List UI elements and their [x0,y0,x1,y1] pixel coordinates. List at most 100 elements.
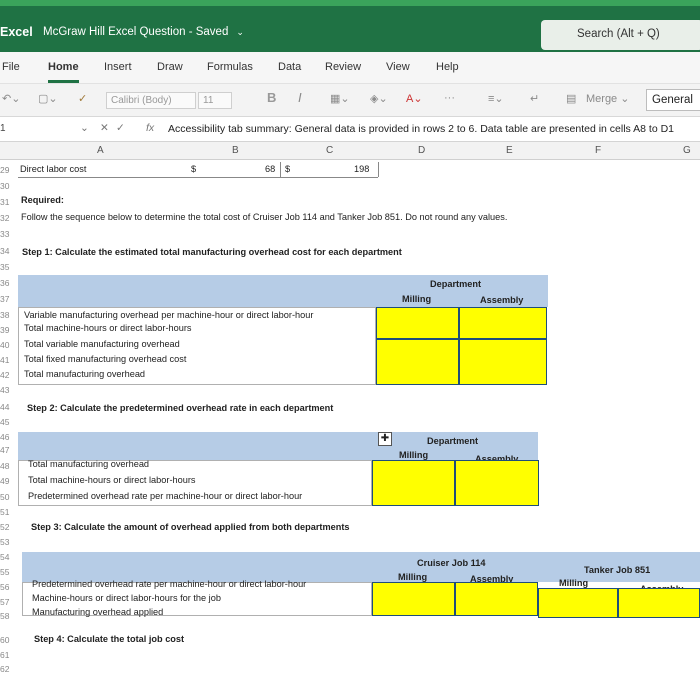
step3-input-job2-milling[interactable] [538,588,618,618]
step3-job2-header[interactable]: Tanker Job 851 [584,565,650,575]
borders-icon[interactable]: ▦⌄ [330,92,350,105]
row-number[interactable]: 61 [0,650,13,660]
row-number[interactable]: 41 [0,355,13,365]
row-number[interactable]: 32 [0,213,13,223]
row-number[interactable]: 30 [0,181,13,191]
step3-milling-header[interactable]: Milling [398,572,427,582]
number-format-select[interactable]: General [646,89,700,111]
row-number[interactable]: 57 [0,597,13,607]
row-number[interactable]: 58 [0,611,13,621]
step2-row-label[interactable]: Predetermined overhead rate per machine-… [28,491,302,501]
cell-currency[interactable]: $ [191,164,196,174]
row-number[interactable]: 33 [0,229,13,239]
required-text[interactable]: Follow the sequence below to determine t… [21,212,507,222]
tab-view[interactable]: View [386,61,410,73]
row-number[interactable]: 49 [0,476,13,486]
wrap-text-icon[interactable]: ↵ [530,92,539,105]
tab-data[interactable]: Data [278,61,301,73]
row-number[interactable]: 40 [0,340,13,350]
step3-row-label[interactable]: Manufacturing overhead applied [32,607,163,617]
step1-row-label[interactable]: Total variable manufacturing overhead [24,339,180,349]
row-number[interactable]: 48 [0,461,13,471]
row-number[interactable]: 36 [0,278,13,288]
step1-row-label[interactable]: Total machine-hours or direct labor-hour… [24,323,192,333]
step1-input-assembly[interactable] [459,307,547,339]
step3-title[interactable]: Step 3: Calculate the amount of overhead… [31,522,350,532]
step3-job1-header[interactable]: Cruiser Job 114 [417,558,485,568]
row-number[interactable]: 46 [0,432,13,442]
column-header-b[interactable]: B [232,145,239,156]
column-header-g[interactable]: G [683,145,691,156]
step3-milling-header[interactable]: Milling [559,578,588,588]
step2-department-header[interactable]: Department [427,436,478,446]
row-number[interactable]: 52 [0,522,13,532]
column-header-f[interactable]: F [595,145,601,156]
tab-file[interactable]: File [2,61,20,73]
column-header-d[interactable]: D [418,145,425,156]
row-number[interactable]: 43 [0,385,13,395]
row-number[interactable]: 47 [0,445,13,455]
font-name-select[interactable]: Calibri (Body) [106,92,196,109]
row-number[interactable]: 42 [0,370,13,380]
merge-icon[interactable]: ▤ [566,92,576,105]
tab-review[interactable]: Review [325,61,361,73]
step1-row-label[interactable]: Total manufacturing overhead [24,369,145,379]
document-title-text[interactable]: McGraw Hill Excel Question - Saved [43,26,228,38]
step3-input-job1-assembly[interactable] [455,582,538,616]
undo-icon[interactable]: ↶⌄ [2,92,20,105]
step1-input-assembly[interactable] [459,339,547,385]
tab-formulas[interactable]: Formulas [207,61,253,73]
row-number[interactable]: 45 [0,417,13,427]
align-icon[interactable]: ≡⌄ [488,92,504,105]
document-title[interactable]: McGraw Hill Excel Question - Saved ⌄ [43,26,244,38]
italic-button[interactable]: I [298,90,302,105]
row-number[interactable]: 55 [0,567,13,577]
step3-input-job1-milling[interactable] [372,582,455,616]
enter-icon[interactable]: ✓ [116,122,125,134]
formula-input[interactable]: Accessibility tab summary: General data … [168,123,674,135]
column-header-a[interactable]: A [97,145,104,156]
step1-input-milling[interactable] [376,339,459,385]
step2-row-label[interactable]: Total manufacturing overhead [28,459,149,469]
row-number[interactable]: 56 [0,582,13,592]
step1-row-label[interactable]: Total fixed manufacturing overhead cost [24,354,186,364]
step2-row-label[interactable]: Total machine-hours or direct labor-hour… [28,475,196,485]
worksheet-grid[interactable]: 29 30 31 32 33 34 35 36 37 38 39 40 41 4… [0,160,700,674]
cell-label[interactable]: Direct labor cost [20,164,86,174]
step1-input-milling[interactable] [376,307,459,339]
bold-button[interactable]: B [267,90,276,105]
cell-value[interactable]: 68 [265,164,275,174]
step2-title[interactable]: Step 2: Calculate the predetermined over… [27,403,333,413]
tab-insert[interactable]: Insert [104,61,132,73]
chevron-down-icon[interactable]: ⌄ [80,122,89,134]
row-number[interactable]: 35 [0,262,13,272]
more-options-button[interactable]: ··· [444,92,455,104]
row-number[interactable]: 44 [0,402,13,412]
search-box[interactable]: Search (Alt + Q) [541,20,700,50]
fill-color-icon[interactable]: ◈⌄ [370,92,388,105]
step1-department-header[interactable]: Department [430,279,481,289]
step1-assembly-header[interactable]: Assembly [480,295,523,305]
row-number[interactable]: 60 [0,635,13,645]
row-number[interactable]: 29 [0,165,13,175]
step2-input-milling[interactable] [372,460,455,506]
format-painter-icon[interactable]: ✓ [78,92,87,105]
step3-row-label[interactable]: Machine-hours or direct labor-hours for … [32,593,221,603]
step1-title[interactable]: Step 1: Calculate the estimated total ma… [22,247,402,257]
step3-row-label[interactable]: Predetermined overhead rate per machine-… [32,579,306,589]
merge-button[interactable]: Merge ⌄ [586,92,629,105]
row-number[interactable]: 38 [0,310,13,320]
clipboard-icon[interactable]: ▢⌄ [38,92,58,105]
row-number[interactable]: 51 [0,507,13,517]
app-name[interactable]: Excel [0,25,33,39]
required-title[interactable]: Required: [21,195,64,205]
font-color-icon[interactable]: A⌄ [406,92,423,105]
name-box[interactable]: 1 [0,123,6,134]
row-number[interactable]: 54 [0,552,13,562]
step1-row-label[interactable]: Variable manufacturing overhead per mach… [24,310,313,320]
step4-title[interactable]: Step 4: Calculate the total job cost [34,634,184,644]
column-header-c[interactable]: C [326,145,333,156]
cancel-icon[interactable]: ✕ [100,122,109,134]
fx-icon[interactable]: fx [146,122,154,134]
tab-draw[interactable]: Draw [157,61,183,73]
